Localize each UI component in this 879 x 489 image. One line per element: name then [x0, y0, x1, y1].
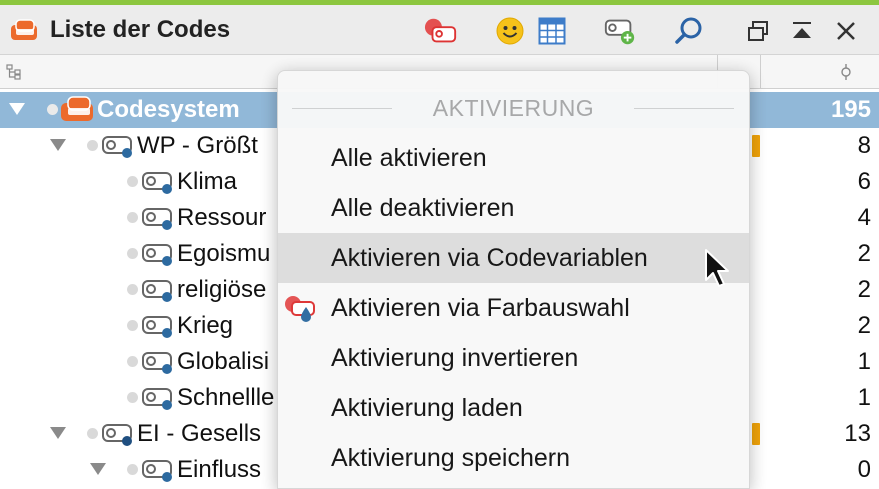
table-button[interactable]	[535, 15, 569, 47]
color-code-icon	[424, 18, 457, 43]
activation-context-menu: AKTIVIERUNG Alle aktivieren Alle deaktiv…	[277, 70, 750, 489]
tree-row-label: religiöse	[177, 276, 267, 303]
code-icon	[142, 388, 172, 410]
menu-item-alle-deaktivieren[interactable]: Alle deaktivieren	[278, 183, 749, 233]
tree-row-label: Egoismu	[177, 240, 271, 267]
tree-row-label: Krieg	[177, 312, 234, 339]
code-system-icon	[61, 96, 93, 121]
collapse-window-button[interactable]	[785, 15, 819, 47]
tree-row-count: 195	[830, 96, 871, 123]
activation-dot[interactable]	[127, 248, 138, 259]
activation-dot[interactable]	[47, 104, 58, 115]
code-icon	[142, 460, 172, 482]
menu-item-label: Aktivierung laden	[331, 394, 523, 422]
code-system-icon	[11, 19, 37, 40]
menu-item-aktivierung-invertieren[interactable]: Aktivierung invertieren	[278, 333, 749, 383]
undock-button[interactable]	[741, 15, 775, 47]
tree-row-count: 4	[857, 204, 871, 231]
code-icon	[102, 136, 132, 158]
menu-item-label: Aktivierung invertieren	[331, 344, 579, 372]
collapse-window-icon	[793, 22, 811, 38]
tree-row-count: 2	[857, 240, 871, 267]
close-button[interactable]	[829, 15, 863, 47]
expand-triangle-icon[interactable]	[9, 103, 25, 115]
emoticon-icon	[496, 17, 524, 45]
new-code-icon	[604, 19, 635, 45]
menu-section-header: AKTIVIERUNG	[278, 93, 749, 123]
code-icon	[102, 424, 132, 446]
tree-row-count: 1	[857, 348, 871, 375]
color-marker	[752, 135, 760, 157]
activation-dot[interactable]	[127, 320, 138, 331]
tree-row-count: 8	[857, 132, 871, 159]
code-icon	[142, 172, 172, 194]
tree-row-label: Klima	[177, 168, 238, 195]
search-button[interactable]	[672, 15, 706, 47]
undock-window-icon	[748, 21, 768, 41]
expand-triangle-icon[interactable]	[50, 427, 66, 439]
activation-dot[interactable]	[127, 392, 138, 403]
menu-item-label: Aktivieren via Farbauswahl	[331, 294, 630, 322]
menu-item-alle-aktivieren[interactable]: Alle aktivieren	[278, 133, 749, 183]
tree-row-count: 2	[857, 276, 871, 303]
code-icon	[142, 352, 172, 374]
tree-row-count: 1	[857, 384, 871, 411]
window-title: Liste der Codes	[50, 16, 231, 43]
menu-item-label: Alle deaktivieren	[331, 194, 515, 222]
tree-row-label: Globalisi	[177, 348, 270, 375]
tree-row-count: 0	[857, 456, 871, 483]
activation-dot[interactable]	[87, 428, 98, 439]
menu-item-label: Alle aktivieren	[331, 144, 487, 172]
code-icon	[142, 244, 172, 266]
tree-row-label: WP - Größt	[137, 132, 258, 159]
code-icon	[142, 208, 172, 230]
close-icon	[837, 22, 855, 40]
window-titlebar: Liste der Codes	[0, 5, 879, 55]
expand-triangle-icon[interactable]	[90, 463, 106, 475]
menu-item-aktivieren-via-farbauswahl[interactable]: Aktivieren via Farbauswahl	[278, 283, 749, 333]
color-marker	[752, 423, 760, 445]
color-code-button[interactable]	[424, 15, 458, 47]
mouse-cursor-icon	[705, 249, 729, 287]
menu-item-aktivierung-laden[interactable]: Aktivierung laden	[278, 383, 749, 433]
menu-header-divider	[634, 108, 734, 109]
activation-dot[interactable]	[127, 284, 138, 295]
new-code-button[interactable]	[603, 15, 637, 47]
menu-item-label: Aktivierung speichern	[331, 444, 571, 472]
menu-item-label: Aktivieren via Codevariablen	[331, 244, 648, 272]
tree-row-count: 2	[857, 312, 871, 339]
tree-row-count: 6	[857, 168, 871, 195]
tree-row-label: Codesystem	[97, 96, 240, 123]
tree-row-label: EI - Gesells	[137, 420, 262, 447]
activation-dot[interactable]	[127, 176, 138, 187]
expand-triangle-icon[interactable]	[50, 139, 66, 151]
tree-row-label: Ressour	[177, 204, 267, 231]
tree-row-count: 13	[844, 420, 871, 447]
code-icon	[142, 280, 172, 302]
activation-dot[interactable]	[127, 212, 138, 223]
activation-dot[interactable]	[127, 356, 138, 367]
code-icon	[142, 316, 172, 338]
activation-dot[interactable]	[127, 464, 138, 475]
search-icon	[675, 17, 702, 44]
table-icon	[538, 17, 566, 45]
tree-row-label: Einfluss	[177, 456, 262, 483]
hierarchy-icon	[6, 64, 21, 80]
frequency-icon	[841, 64, 851, 80]
tree-row-label: Schnellle	[177, 384, 275, 411]
emoticon-button[interactable]	[493, 15, 527, 47]
menu-item-aktivierung-speichern[interactable]: Aktivierung speichern	[278, 433, 749, 483]
menu-item-aktivieren-via-codevariablen[interactable]: Aktivieren via Codevariablen	[278, 233, 749, 283]
color-activation-icon	[285, 296, 315, 322]
frequency-column-header[interactable]	[760, 55, 879, 88]
activation-dot[interactable]	[87, 140, 98, 151]
